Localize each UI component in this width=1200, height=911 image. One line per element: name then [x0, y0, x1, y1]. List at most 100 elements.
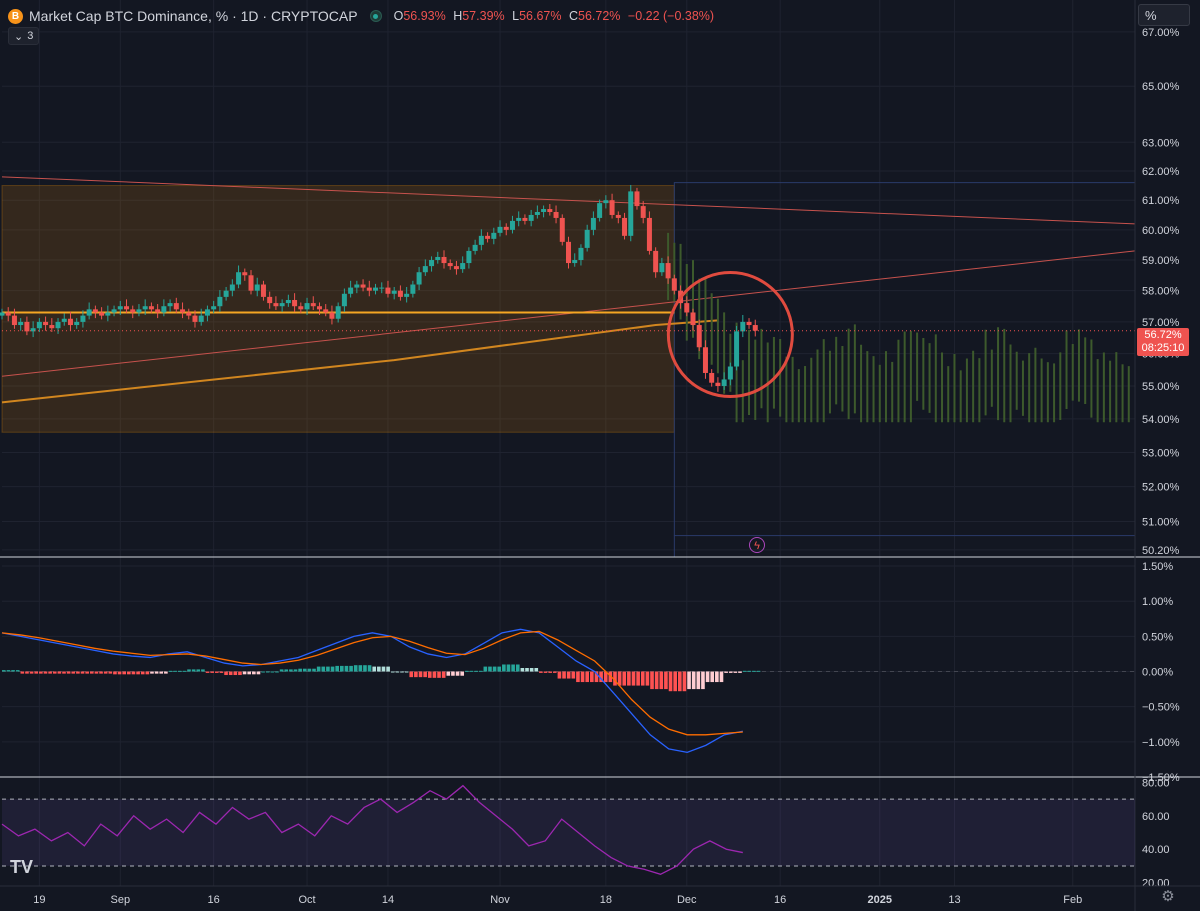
tradingview-logo-icon[interactable]: TV	[10, 857, 40, 877]
candle-body	[665, 263, 671, 279]
current-price-label: 56.72% 08:25:10	[1137, 328, 1189, 356]
time-axis-tick: Feb	[1063, 894, 1082, 906]
price-axis-tick: 67.00%	[1142, 27, 1180, 39]
macd-histogram-bar	[677, 671, 682, 692]
candle-body	[236, 272, 242, 285]
time-axis-tick: 16	[774, 894, 786, 906]
rsi-axis-tick: 80.00	[1142, 777, 1170, 789]
macd-histogram-bar	[307, 668, 312, 672]
candle-body	[373, 287, 379, 291]
macd-histogram-bar	[386, 666, 390, 672]
macd-histogram-bar	[326, 666, 330, 672]
candle-body	[74, 321, 80, 326]
macd-histogram-bar	[742, 670, 747, 672]
macd-histogram-bar	[164, 671, 168, 674]
macd-histogram-bar	[177, 670, 182, 672]
macd-histogram-bar	[474, 670, 478, 672]
macd-histogram-bar	[738, 671, 742, 673]
macd-histogram-bar	[316, 666, 321, 672]
macd-histogram-bar	[80, 671, 85, 674]
macd-histogram-bar	[187, 669, 191, 672]
macd-axis-tick: −1.00%	[1142, 737, 1180, 749]
candle-body	[646, 217, 652, 251]
macd-histogram-bar	[571, 671, 576, 679]
macd-histogram-bar	[265, 671, 270, 673]
candle-body	[36, 321, 42, 329]
lightning-bolt-icon[interactable]: ϟ	[749, 537, 765, 553]
macd-histogram-bar	[284, 669, 289, 672]
macd-histogram-bar	[432, 671, 437, 678]
ohlc-low: 56.67%	[519, 9, 562, 23]
gear-icon[interactable]: ⚙	[1160, 889, 1176, 905]
candle-body	[584, 229, 590, 248]
rsi-band-fill	[2, 799, 1135, 866]
candle-body	[335, 306, 341, 319]
indicators-toggle-button[interactable]: ⌄ 3	[8, 27, 40, 45]
macd-histogram-bar	[576, 671, 580, 683]
market-status-icon[interactable]	[369, 10, 382, 22]
candle-body	[55, 321, 61, 329]
candle-body	[727, 366, 733, 380]
time-axis-tick: 19	[33, 894, 45, 906]
ohlc-high: 57.39%	[462, 9, 505, 23]
macd-histogram-bar	[6, 670, 11, 672]
time-axis-tick: 14	[382, 894, 394, 906]
macd-histogram-bar	[650, 671, 654, 690]
candle-body	[478, 235, 484, 245]
macd-histogram-bar	[11, 670, 15, 672]
macd-histogram-bar	[122, 671, 127, 675]
price-axis-tick: 58.00%	[1142, 286, 1180, 298]
macd-histogram-bar	[349, 665, 353, 672]
chart-canvas[interactable]: 67.00% 65.00% 63.00% 62.00% 61.00% 60.00% 59.0…	[0, 0, 1200, 911]
candle-body	[198, 315, 204, 322]
symbol-title[interactable]: Market Cap BTC Dominance, % · 1D · CRYPT…	[29, 8, 358, 24]
macd-histogram-bar	[247, 671, 252, 675]
macd-histogram-bar	[460, 671, 465, 676]
candle-body	[559, 217, 565, 242]
macd-histogram-bar	[682, 671, 687, 692]
candle-body	[528, 214, 534, 221]
macd-histogram-bar	[580, 671, 585, 683]
macd-histogram-bar	[363, 665, 367, 672]
price-axis-tick: 54.00%	[1142, 414, 1180, 426]
macd-histogram-bar	[451, 671, 455, 676]
macd-histogram-bar	[441, 671, 446, 678]
candle-body	[553, 211, 559, 218]
ohlc-close: 56.72%	[578, 9, 621, 23]
macd-histogram-bar	[85, 671, 89, 674]
macd-histogram-bar	[390, 671, 395, 673]
current-price-value: 56.72%	[1144, 329, 1182, 341]
candle-body	[223, 290, 229, 297]
candle-body	[628, 191, 634, 236]
candle-body	[615, 214, 621, 218]
scale-mode-button[interactable]: %	[1138, 4, 1190, 26]
candle-body	[534, 211, 540, 215]
time-axis-tick: 13	[948, 894, 960, 906]
bar-countdown: 08:25:10	[1141, 342, 1185, 354]
candle-body	[497, 226, 503, 233]
candle-body	[485, 235, 491, 239]
candle-body	[435, 256, 441, 261]
candle-body	[173, 303, 179, 310]
candle-body	[5, 312, 11, 316]
macd-histogram-bar	[233, 671, 238, 676]
macd-histogram-bar	[76, 671, 80, 674]
macd-histogram-bar	[525, 668, 529, 672]
macd-histogram-bar	[488, 666, 492, 672]
candle-body	[752, 325, 758, 331]
macd-histogram-bar	[182, 670, 187, 672]
macd-histogram-bar	[511, 664, 515, 672]
candle-body	[522, 217, 528, 221]
macd-histogram-bar	[29, 671, 34, 674]
candle-body	[721, 379, 727, 386]
macd-histogram-bar	[210, 671, 214, 673]
price-axis-tick: 55.00%	[1142, 381, 1180, 393]
macd-histogram-bar	[48, 671, 52, 674]
macd-histogram-bar	[358, 665, 363, 672]
macd-histogram-bar	[117, 671, 122, 675]
price-axis-tick: 50.20%	[1142, 545, 1180, 557]
candle-body	[11, 315, 17, 326]
macd-histogram-bar	[506, 664, 511, 672]
candle-body	[640, 206, 646, 218]
chevron-down-icon: ⌄	[14, 30, 24, 43]
